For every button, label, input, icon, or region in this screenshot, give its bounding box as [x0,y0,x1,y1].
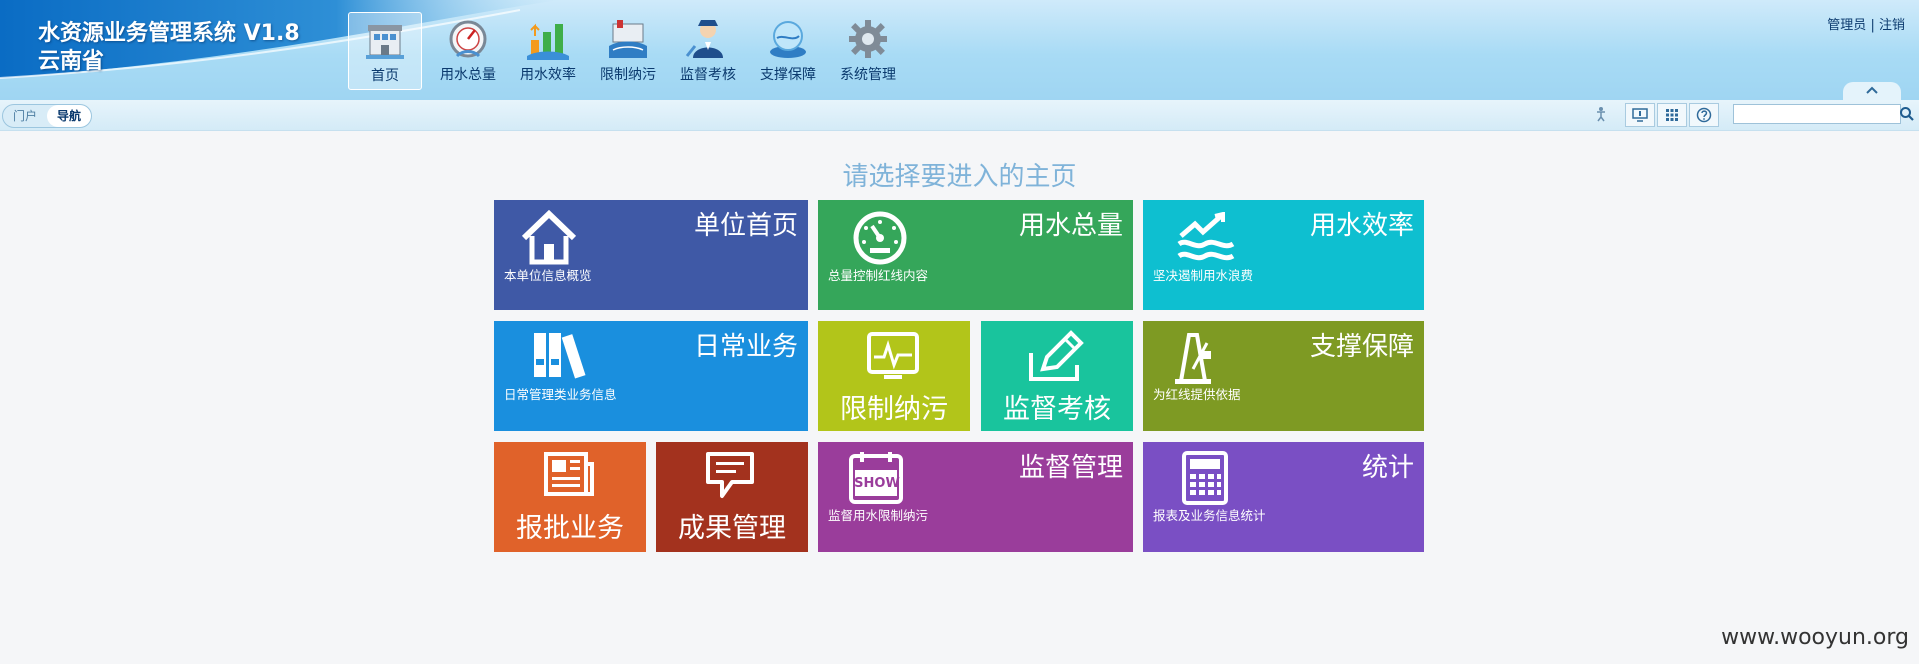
metronome-icon [1175,333,1211,384]
tile-water-total[interactable]: 用水总量 总量控制红线内容 [818,200,1133,310]
search-input[interactable] [1733,104,1901,124]
gauge-icon [853,211,907,265]
tile-desc: 坚决遏制用水浪费 [1153,268,1254,283]
tile-title: 监督考核 [1003,394,1111,425]
tile-approval-business[interactable]: 报批业务 [494,442,646,552]
toolbar: 门户 导航 [0,100,1919,131]
tile-title: 监督管理 [1018,453,1123,483]
monitor-icon [1632,108,1648,122]
show-badge: SHOW [854,476,900,491]
collapse-header-button[interactable] [1843,82,1901,100]
newspaper-icon [544,452,594,496]
house-icon [521,210,577,265]
nav-label: 限制纳污 [600,67,656,83]
tile-title: 用水总量 [1018,211,1123,241]
chevron-up-icon [1866,86,1878,94]
wave-trend-icon [1177,212,1235,261]
user-links: 管理员 | 注销 [1827,14,1905,33]
binders-icon [534,333,586,379]
chat-bubble-icon [706,452,754,498]
tile-pollution-limit[interactable]: 限制纳污 [818,321,970,431]
tile-supervision-assessment[interactable]: 监督考核 [981,321,1133,431]
accessibility-icon[interactable] [1593,106,1609,122]
nav-label: 支撑保障 [760,67,816,83]
navigation-tab[interactable]: 导航 [47,105,92,127]
screen-button[interactable] [1625,103,1655,127]
nav-label: 系统管理 [840,67,896,83]
tile-desc: 监督用水限制纳污 [828,508,929,523]
top-header: 水资源业务管理系统 V1.8 云南省 首页 用水总量 用水效率 限制纳污 监督考… [0,0,1919,100]
search-icon[interactable] [1899,106,1915,122]
tile-support-guarantee[interactable]: 支撑保障 为红线提供依据 [1143,321,1424,431]
tile-desc: 报表及业务信息统计 [1153,508,1266,523]
nav-label: 首页 [371,68,399,84]
grid-icon [1666,109,1678,121]
toolbar-icons [1623,103,1719,127]
tile-desc: 本单位信息概览 [504,268,592,283]
nav-item-pollution-limit[interactable]: 限制纳污 [588,12,668,90]
home-building-icon [366,25,404,59]
system-title-block: 水资源业务管理系统 V1.8 云南省 [38,20,300,76]
nav-label: 用水效率 [520,67,576,83]
tile-desc: 为红线提供依据 [1153,387,1241,402]
tile-statistics[interactable]: 统计 报表及业务信息统计 [1143,442,1424,552]
tile-water-efficiency[interactable]: 用水效率 坚决遏制用水浪费 [1143,200,1424,310]
tile-title: 报批业务 [516,513,624,544]
nav-item-water-total[interactable]: 用水总量 [428,12,508,90]
tile-desc: 总量控制红线内容 [828,268,929,283]
page-title: 请选择要进入的主页 [842,162,1077,192]
calculator-icon [1182,451,1228,505]
grid-view-button[interactable] [1657,103,1687,127]
nav-item-water-efficiency[interactable]: 用水效率 [508,12,588,90]
watermark: www.wooyun.org [1721,625,1909,650]
water-globe-icon [770,21,806,58]
inspector-icon [685,20,723,58]
system-title: 水资源业务管理系统 V1.8 [38,21,300,46]
nav-item-supervision-assessment[interactable]: 监督考核 [668,12,748,90]
tile-results-management[interactable]: 成果管理 [656,442,808,552]
tile-supervision-management[interactable]: SHOW 监督管理 监督用水限制纳污 [818,442,1133,552]
tile-title: 单位首页 [693,211,798,241]
tile-desc: 日常管理类业务信息 [504,387,617,402]
efficiency-arrows-icon [527,23,569,60]
top-nav: 首页 用水总量 用水效率 限制纳污 监督考核 支撑保障 系统管理 [348,12,908,92]
tile-title: 用水效率 [1309,211,1414,241]
portal-tab[interactable]: 门户 [3,105,47,127]
nav-label: 用水总量 [440,67,496,83]
help-icon [1696,107,1712,123]
tile-title: 日常业务 [693,332,798,362]
nav-item-support-guarantee[interactable]: 支撑保障 [748,12,828,90]
tile-title: 限制纳污 [840,394,948,425]
tile-title: 支撑保障 [1309,332,1414,362]
monitor-chart-icon [867,332,919,379]
edit-pen-icon [1029,330,1084,381]
user-name-link[interactable]: 管理员 [1827,18,1866,33]
separator: | [1870,18,1875,33]
nav-item-home[interactable]: 首页 [348,12,422,90]
nav-label: 监督考核 [680,67,736,83]
tile-unit-home[interactable]: 单位首页 本单位信息概览 [494,200,808,310]
tile-daily-business[interactable]: 日常业务 日常管理类业务信息 [494,321,808,431]
province-name: 云南省 [38,49,105,74]
nav-item-system-management[interactable]: 系统管理 [828,12,908,90]
gear-icon [849,20,887,58]
water-meter-icon [449,20,487,58]
tile-title: 统计 [1361,453,1414,483]
tile-title: 成果管理 [678,513,786,544]
logout-link[interactable]: 注销 [1879,18,1905,33]
pollution-control-icon [609,20,647,58]
help-button[interactable] [1689,103,1719,127]
view-switch: 门户 导航 [2,104,93,128]
